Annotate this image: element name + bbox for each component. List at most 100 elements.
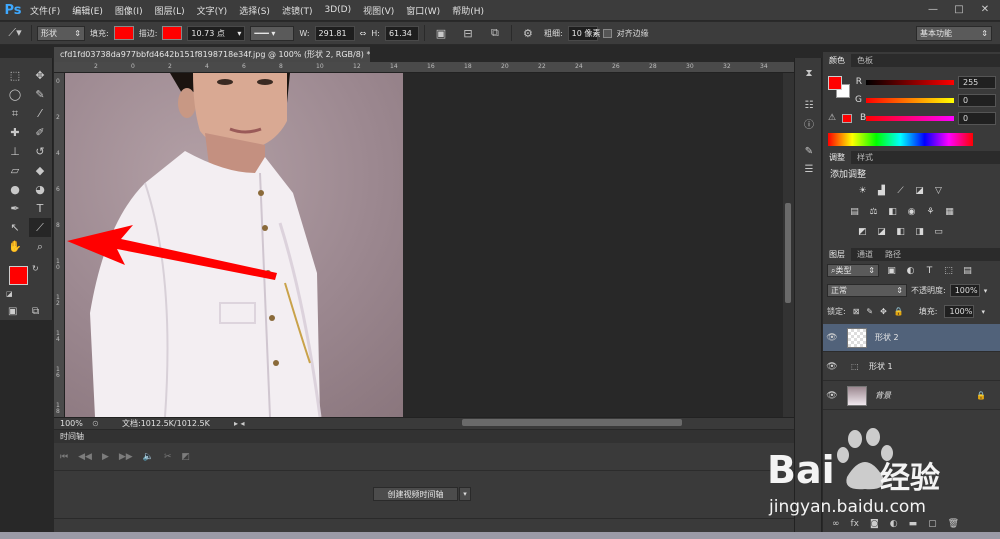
info-panel-icon[interactable]: ⓘ <box>795 114 823 132</box>
pen-tool-icon[interactable]: ✒ <box>4 199 26 218</box>
visibility-eye-icon[interactable]: 👁 <box>823 391 841 401</box>
zoom-tool-icon[interactable]: ⌕ <box>29 237 51 256</box>
path-arrange-icon[interactable]: ⧉ <box>484 24 506 43</box>
weight-input[interactable]: 10 像素 <box>567 25 600 41</box>
menu-filter[interactable]: 滤镜(T) <box>276 4 319 17</box>
gradient-map-icon[interactable]: ▭ <box>932 226 945 238</box>
text-tool-icon[interactable]: T <box>29 199 51 218</box>
posterize-icon[interactable]: ◪ <box>875 226 888 238</box>
filter-smart-icon[interactable]: ▤ <box>961 265 974 277</box>
gradient-tool-icon[interactable]: ◆ <box>29 161 51 180</box>
layer-shape-2[interactable]: 👁 形状 2 <box>823 324 1000 352</box>
tab-styles[interactable]: 样式 <box>851 151 879 164</box>
swap-colors-icon[interactable]: ↻ <box>32 264 39 273</box>
split-icon[interactable]: ✂ <box>164 452 172 462</box>
color-spectrum[interactable] <box>828 133 973 146</box>
audio-icon[interactable]: 🔈 <box>143 452 154 462</box>
r-slider[interactable] <box>866 79 954 85</box>
lasso-tool-icon[interactable]: ◯ <box>4 85 26 104</box>
tab-color[interactable]: 颜色 <box>823 54 851 67</box>
stroke-color-swatch[interactable] <box>162 26 183 40</box>
photo-filter-icon[interactable]: ◉ <box>905 206 918 218</box>
blur-tool-icon[interactable]: ● <box>4 180 26 199</box>
create-video-timeline-button[interactable]: 创建视频时间轴 <box>373 487 458 501</box>
menu-help[interactable]: 帮助(H) <box>446 4 490 17</box>
tool-mode-select[interactable]: 形状 ⇕ <box>37 25 85 41</box>
filter-shape-icon[interactable]: ⬚ <box>942 265 955 277</box>
line-tool-icon-active[interactable]: ⟋ <box>29 218 51 237</box>
levels-icon[interactable]: ▟ <box>875 185 888 197</box>
menu-type[interactable]: 文字(Y) <box>191 4 234 17</box>
default-colors-icon[interactable]: ◪ <box>6 290 13 298</box>
align-edges-checkbox[interactable] <box>602 28 612 38</box>
menu-view[interactable]: 视图(V) <box>357 4 400 17</box>
stroke-width-input[interactable]: 10.73 点 ▾ <box>187 25 246 41</box>
menu-file[interactable]: 文件(F) <box>24 4 66 17</box>
healing-brush-icon[interactable]: ✚ <box>4 123 26 142</box>
dodge-tool-icon[interactable]: ◕ <box>29 180 51 199</box>
g-value-input[interactable]: 0 <box>958 93 996 107</box>
vertical-scroll-thumb[interactable] <box>785 203 791 303</box>
filter-pixel-icon[interactable]: ▣ <box>885 265 898 277</box>
layer-background[interactable]: 👁 背景 🔒 <box>823 382 1000 410</box>
path-select-icon[interactable]: ↖ <box>4 218 26 237</box>
tab-swatches[interactable]: 色板 <box>851 54 879 67</box>
hand-tool-icon[interactable]: ✋ <box>4 237 26 256</box>
marquee-tool-icon[interactable]: ⬚ <box>4 66 26 85</box>
history-panel-icon[interactable]: ⧗ <box>795 64 823 82</box>
color-balance-icon[interactable]: ⚖ <box>867 206 880 218</box>
opacity-dropdown-icon[interactable]: ▾ <box>984 287 988 295</box>
move-tool-icon[interactable]: ✥ <box>29 66 51 85</box>
menu-select[interactable]: 选择(S) <box>233 4 276 17</box>
crop-tool-icon[interactable]: ⌗ <box>4 104 26 123</box>
properties-panel-icon[interactable]: ☷ <box>795 96 823 114</box>
maximize-button[interactable]: □ <box>948 2 970 17</box>
play-icon[interactable]: ▶ <box>102 452 109 462</box>
height-input[interactable]: 61.34 <box>384 25 419 41</box>
foreground-color-swatch[interactable] <box>9 266 28 285</box>
adjustments-icon[interactable]: ☰ <box>795 160 823 178</box>
color-lookup-icon[interactable]: ▦ <box>943 206 956 218</box>
workspace-select[interactable]: 基本功能 ⇕ <box>916 25 992 41</box>
stroke-type-select[interactable]: ━━━ ▾ <box>250 25 295 41</box>
fill-dropdown-icon[interactable]: ▾ <box>981 308 985 316</box>
lock-all-icon[interactable]: 🔒 <box>894 307 904 316</box>
eraser-tool-icon[interactable]: ▱ <box>4 161 26 180</box>
filter-adjust-icon[interactable]: ◐ <box>904 265 917 277</box>
create-timeline-dropdown[interactable]: ▾ <box>459 487 471 501</box>
blend-mode-select[interactable]: 正常 ⇕ <box>827 284 907 297</box>
zoom-level[interactable]: 100% <box>54 419 92 428</box>
g-slider[interactable] <box>866 97 954 103</box>
gamut-swatch[interactable] <box>842 113 852 123</box>
line-tool-icon[interactable]: ⟋▾ <box>4 24 26 43</box>
visibility-eye-icon[interactable]: 👁 <box>823 333 841 343</box>
document-tab[interactable]: cfd1fd03738da977bbfd4642b151f8198718e34f… <box>54 47 370 62</box>
brightness-icon[interactable]: ☀ <box>856 185 869 197</box>
brush-panel-icon[interactable]: ✎ <box>795 142 823 160</box>
threshold-icon[interactable]: ◧ <box>894 226 907 238</box>
transition-icon[interactable]: ◩ <box>181 452 190 462</box>
close-button[interactable]: ✕ <box>974 2 996 17</box>
status-menu-arrow-icon[interactable]: ▸ ◂ <box>234 419 245 428</box>
black-white-icon[interactable]: ◧ <box>886 206 899 218</box>
selective-color-icon[interactable]: ◨ <box>913 226 926 238</box>
channel-mixer-icon[interactable]: ⚘ <box>924 206 937 218</box>
screen-mode-icon[interactable]: ⧉ <box>32 306 39 317</box>
vibrance-icon[interactable]: ▽ <box>932 185 945 197</box>
eyedropper-icon[interactable]: ⁄ <box>29 104 51 123</box>
gear-icon[interactable]: ⚙ <box>517 24 539 43</box>
b-value-input[interactable]: 0 <box>958 111 996 125</box>
minimize-button[interactable]: — <box>922 2 944 17</box>
color-fg-swatch[interactable] <box>828 76 842 90</box>
curves-icon[interactable]: ⟋ <box>894 185 907 197</box>
tab-layers[interactable]: 图层 <box>823 248 851 261</box>
first-frame-icon[interactable]: ⏮ <box>60 452 68 462</box>
quick-select-icon[interactable]: ✎ <box>29 85 51 104</box>
tab-paths[interactable]: 路径 <box>879 248 907 261</box>
stamp-tool-icon[interactable]: ⊥ <box>4 142 26 161</box>
tab-channels[interactable]: 通道 <box>851 248 879 261</box>
visibility-eye-icon[interactable]: 👁 <box>823 362 841 372</box>
filter-type-icon[interactable]: T <box>923 265 936 277</box>
path-operations-icon[interactable]: ▣ <box>430 24 452 43</box>
link-icon[interactable]: ⇔ <box>360 29 367 38</box>
